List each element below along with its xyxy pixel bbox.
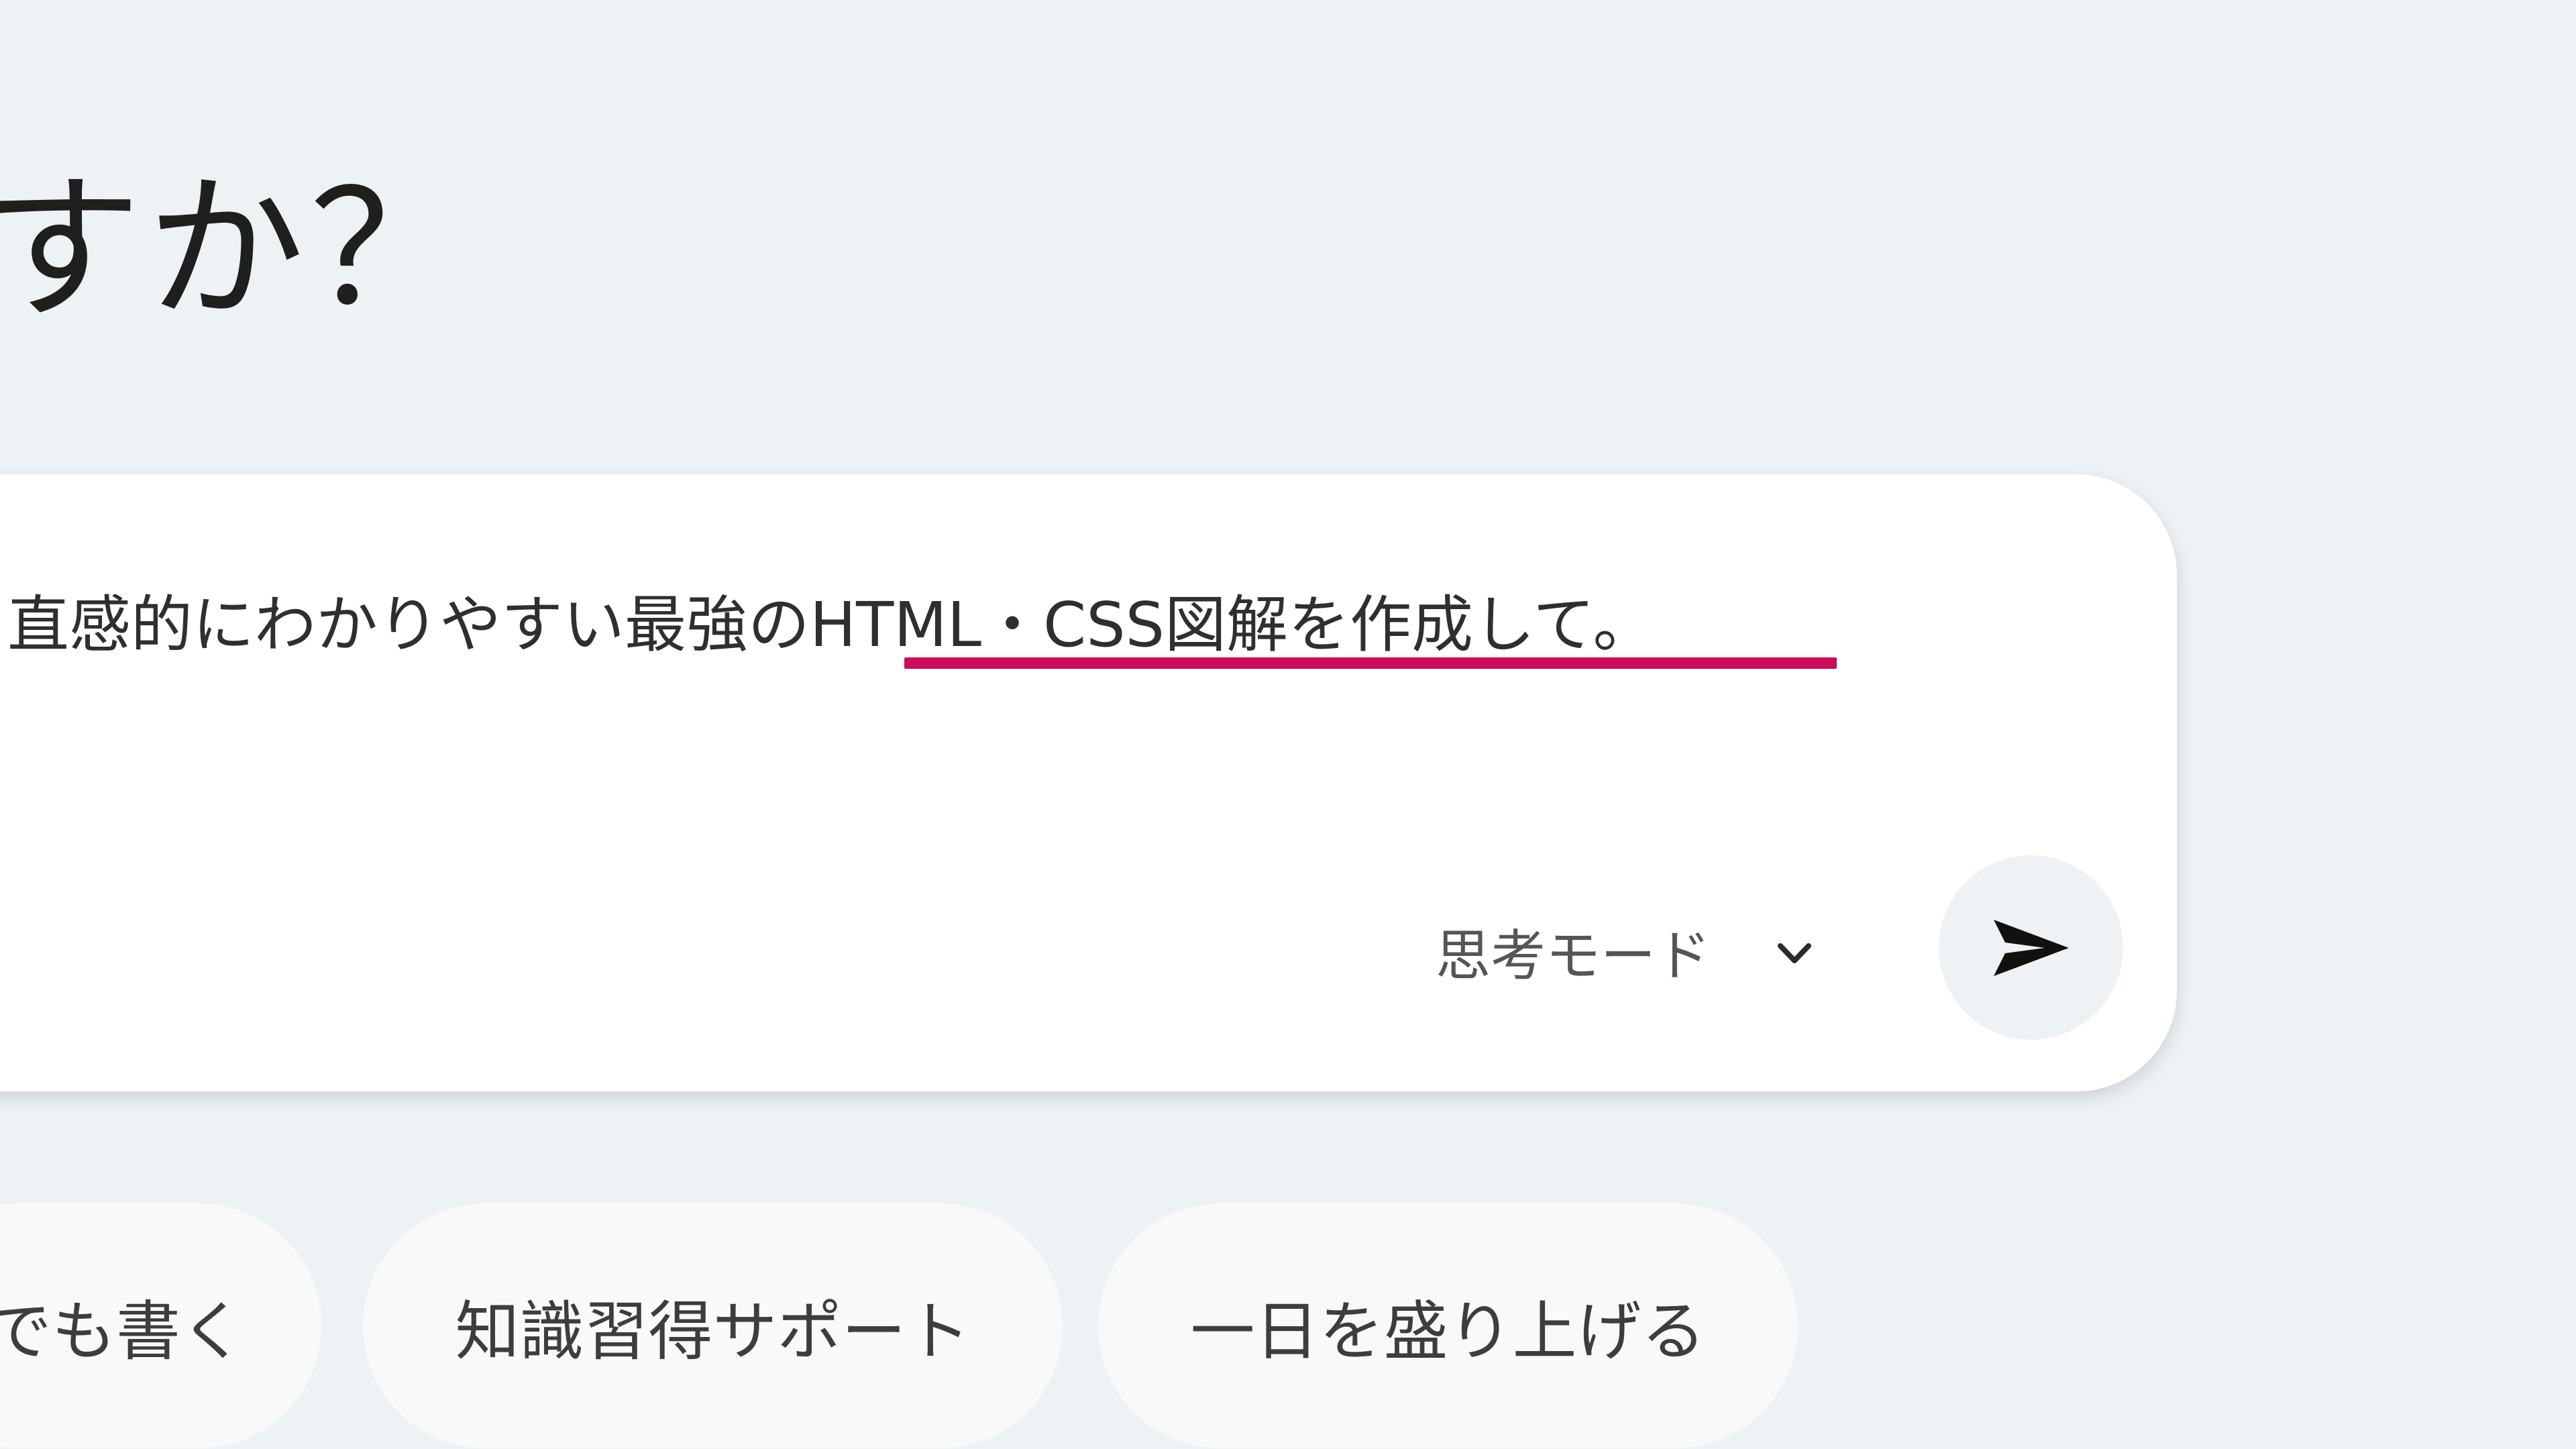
suggestion-label: 知識習得サポート	[455, 1294, 971, 1369]
suggestion-label: でも書く	[0, 1294, 245, 1369]
suggestion-label: 一日を盛り上げる	[1190, 1294, 1706, 1369]
prompt-composer[interactable]: 直感的にわかりやすい最強のHTML・CSS図解を作成して。 思考モード	[0, 474, 2177, 1091]
mode-label: 思考モード	[1436, 924, 1711, 988]
highlight-underline	[904, 657, 1837, 669]
send-button[interactable]	[1939, 855, 2123, 1040]
mode-selector[interactable]: 思考モード	[1436, 907, 1818, 994]
suggestion-chip-writing[interactable]: でも書く	[0, 1203, 322, 1449]
page-heading: すか？	[0, 158, 473, 341]
suggestion-chip-learning-support[interactable]: 知識習得サポート	[362, 1203, 1063, 1449]
suggestion-chip-brighten-day[interactable]: 一日を盛り上げる	[1097, 1203, 1799, 1449]
chevron-down-icon	[1771, 930, 1818, 977]
chat-home-screen: すか？ 直感的にわかりやすい最強のHTML・CSS図解を作成して。 思考モード …	[0, 0, 2576, 1449]
send-arrow-icon	[1988, 916, 2074, 980]
